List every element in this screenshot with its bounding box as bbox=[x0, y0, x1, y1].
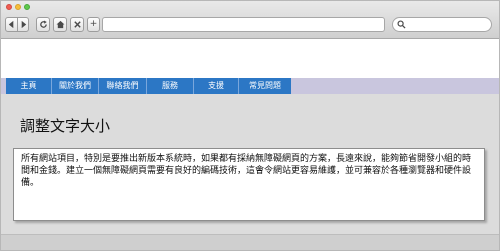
page-title: 調整文字大小 bbox=[20, 117, 111, 135]
reload-button[interactable] bbox=[36, 17, 50, 32]
home-icon bbox=[56, 20, 64, 29]
browser-toolbar: + bbox=[1, 1, 499, 39]
main-navigation: 主頁 關於我們 聯絡我們 服務 支援 常見問題 bbox=[1, 78, 499, 94]
minimize-window-button[interactable] bbox=[15, 4, 21, 10]
nav-item-contact[interactable]: 聯絡我們 bbox=[99, 78, 147, 94]
stop-button[interactable] bbox=[70, 17, 84, 32]
reload-icon bbox=[39, 20, 47, 28]
nav-item-home[interactable]: 主頁 bbox=[6, 78, 52, 94]
new-tab-button[interactable]: + bbox=[87, 17, 100, 32]
nav-item-faq[interactable]: 常見問題 bbox=[239, 78, 291, 94]
search-box[interactable] bbox=[392, 17, 492, 32]
back-forward-group bbox=[5, 17, 29, 32]
nav-menu: 主頁 關於我們 聯絡我們 服務 支援 常見問題 bbox=[6, 78, 291, 94]
back-button[interactable] bbox=[6, 18, 17, 31]
page-header bbox=[1, 40, 499, 78]
article-text: 所有網站項目，特別是要推出新版本系統時，如果都有採納無障礙網頁的方案，長遠來說，… bbox=[13, 148, 485, 221]
browser-window: + 主頁 關於我們 聯絡我們 服務 支援 常見問題 調整文字大小 所有網站項目，… bbox=[0, 0, 500, 251]
close-icon bbox=[73, 21, 81, 28]
maximize-window-button[interactable] bbox=[24, 4, 30, 10]
forward-button[interactable] bbox=[17, 18, 28, 31]
search-icon bbox=[397, 20, 406, 29]
address-bar[interactable] bbox=[102, 17, 385, 32]
page-footer bbox=[1, 234, 499, 250]
home-button[interactable] bbox=[53, 17, 67, 32]
forward-arrow-icon bbox=[21, 20, 26, 29]
nav-item-services[interactable]: 服務 bbox=[147, 78, 194, 94]
back-arrow-icon bbox=[8, 20, 14, 29]
nav-item-about[interactable]: 關於我們 bbox=[52, 78, 99, 94]
close-window-button[interactable] bbox=[6, 4, 12, 10]
window-controls bbox=[6, 4, 30, 10]
nav-item-support[interactable]: 支援 bbox=[194, 78, 239, 94]
main-content: 調整文字大小 所有網站項目，特別是要推出新版本系統時，如果都有採納無障礙網頁的方… bbox=[1, 94, 499, 234]
